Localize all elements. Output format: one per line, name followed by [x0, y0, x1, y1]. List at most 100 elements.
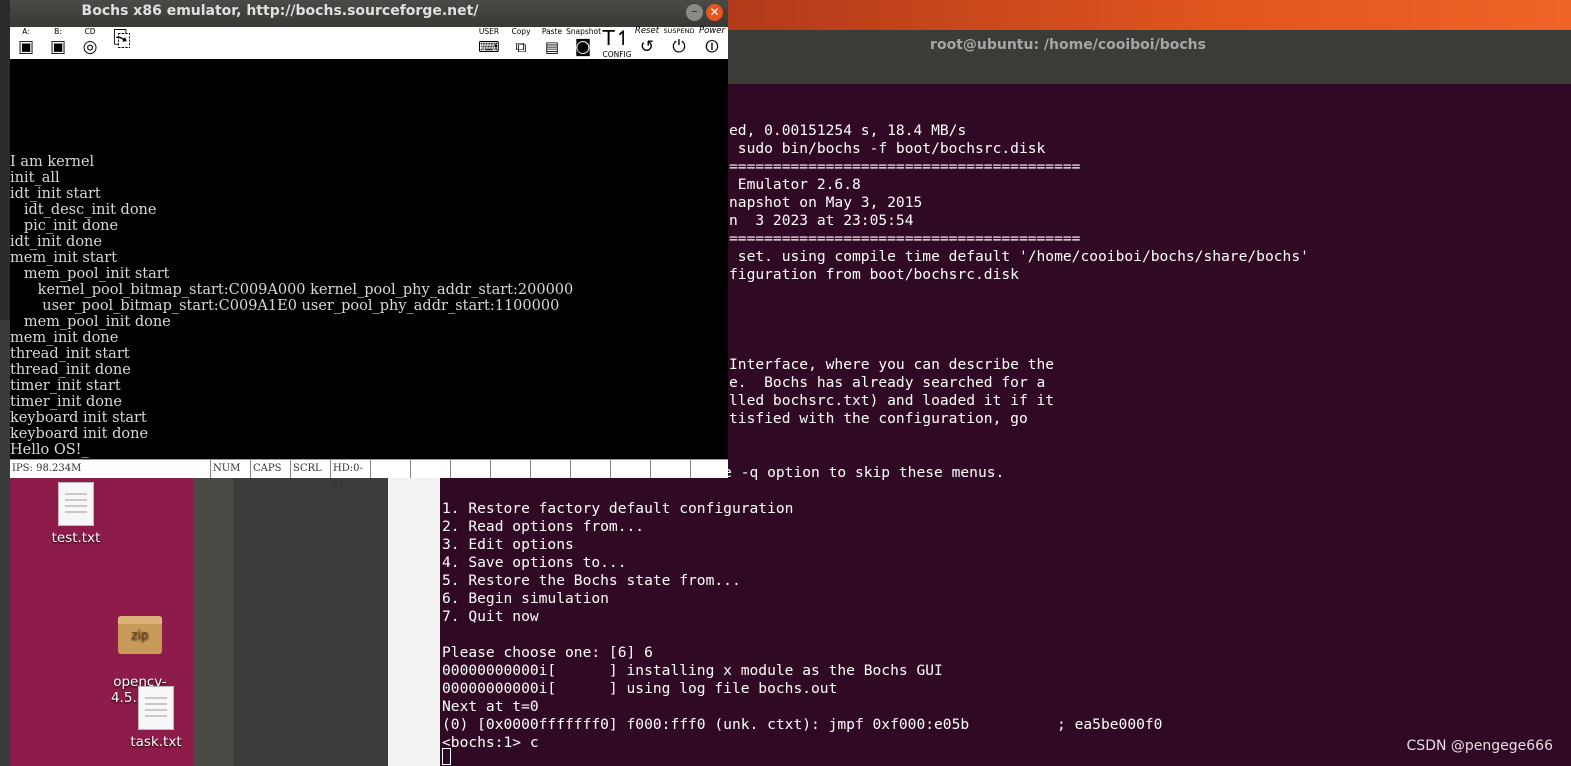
terminal-line: figuration from boot/bochsrc.disk [729, 266, 1019, 283]
bochs-titlebar[interactable]: Bochs x86 emulator, http://bochs.sourcef… [10, 0, 728, 27]
screen-line: keyboard init done [10, 426, 149, 442]
close-button[interactable]: ✕ [706, 4, 723, 21]
terminal-prompt[interactable]: <bochs:1> c [442, 734, 539, 752]
reset-icon: ↺ [639, 37, 655, 57]
suspend-button[interactable]: SUSPEND ⏻ [662, 27, 696, 59]
screen-line: I am kernel [10, 154, 95, 170]
suspend-label: SUSPEND [663, 27, 695, 35]
user-label: USER [478, 27, 500, 36]
terminal-output-top: ed, 0.00151254 s, 18.4 MB/s sudo bin/boc… [729, 122, 1569, 427]
screen-line: mem_pool_init done [10, 314, 171, 330]
desktop-icon-task-txt[interactable]: task.txt [120, 686, 192, 750]
terminal-line: (0) [0x0000fffffff0] f000:fff0 (unk. ctx… [442, 716, 1163, 733]
bochs-statusbar: IPS: 98.234M NUM CAPS SCRL HD:0-M [10, 459, 728, 492]
reset-button[interactable]: Reset ↺ [632, 27, 662, 59]
terminal-output-bottom: You can also start bochs with the -q opt… [442, 464, 1562, 764]
terminal-line: 4. Save options to... [442, 554, 627, 571]
num-lock-indicator: NUM [210, 460, 250, 478]
screen-line: user_pool_bitmap_start:C009A1E0 user_poo… [10, 298, 560, 314]
ips-readout: IPS: 98.234M [12, 463, 82, 474]
tools-icon: T↿ [602, 26, 632, 50]
cdrom-button[interactable]: CD ◎ [76, 27, 104, 59]
terminal-line: n 3 2023 at 23:05:54 [729, 212, 914, 229]
status-slot [610, 460, 650, 478]
bochs-window[interactable]: Bochs x86 emulator, http://bochs.sourcef… [10, 0, 728, 492]
terminal-line: 00000000000i[ ] installing x module as t… [442, 662, 943, 679]
terminal-line: tisfied with the configuration, go [729, 410, 1028, 427]
status-slot [490, 460, 530, 478]
screen-line: idt_init done [10, 234, 102, 250]
watermark: CSDN @pengege666 [1406, 738, 1553, 754]
snapshot-button[interactable]: Snapshot ◙ [566, 27, 602, 59]
terminal-line: Please choose one: [6] 6 [442, 644, 653, 661]
power-button[interactable]: Power ⏼ [696, 27, 728, 59]
floppy-b-label: B: [54, 27, 62, 36]
screen-line: timer_init done [10, 394, 122, 410]
background-window-strip [193, 460, 233, 766]
terminal-line: ed, 0.00151254 s, 18.4 MB/s [729, 122, 967, 139]
config-button[interactable]: T↿ CONFIG [602, 27, 632, 59]
status-slot [690, 460, 728, 478]
suspend-icon: ⏻ [672, 37, 686, 57]
scroll-lock-indicator: SCRL [290, 460, 330, 478]
screen-line: init_all [10, 170, 60, 186]
cdrom-label: CD [84, 27, 96, 36]
text-file-icon [138, 686, 174, 730]
screen-line: timer_init start [10, 378, 121, 394]
background-window-strip [233, 460, 388, 766]
screen-line: pic_init done [10, 218, 119, 234]
status-slot [530, 460, 570, 478]
terminal-cursor [442, 748, 451, 765]
floppy-a-button[interactable]: A: ▣ [12, 27, 40, 59]
screen-line: idt_init start [10, 186, 101, 202]
user-button[interactable]: USER ⌨ [472, 27, 506, 59]
paste-button[interactable]: Paste ▤ [538, 27, 566, 59]
terminal-line: set. using compile time default '/home/c… [729, 248, 1309, 265]
screen-line: mem_init done [10, 330, 119, 346]
floppy-icon: ▣ [17, 37, 35, 57]
terminal-line: 2. Read options from... [442, 518, 645, 535]
screen-line: kernel_pool_bitmap_start:C009A000 kernel… [10, 282, 574, 298]
status-slot [370, 460, 410, 478]
zip-archive-icon: zip [118, 616, 162, 654]
minimize-button[interactable]: – [686, 4, 703, 21]
snapshot-label: Snapshot [566, 27, 602, 36]
top-panel [728, 0, 1571, 30]
desktop-icon-label: test.txt [51, 530, 101, 546]
zip-badge: zip [131, 628, 149, 642]
usb-button[interactable]: ⎘ [106, 27, 138, 59]
screen-line: thread_init done [10, 362, 131, 378]
terminal-line: 1. Restore factory default configuration [442, 500, 794, 517]
status-slot [570, 460, 610, 478]
camera-icon: ◙ [574, 37, 592, 57]
power-label: Power [698, 26, 725, 36]
screen-line: mem_init start [10, 250, 118, 266]
terminal-line: 00000000000i[ ] using log file bochs.out [442, 680, 838, 697]
cdrom-icon: ◎ [82, 37, 98, 57]
screen-line: thread_init start [10, 346, 130, 362]
floppy-a-label: A: [22, 27, 30, 36]
floppy-b-button[interactable]: B: ▣ [44, 27, 72, 59]
terminal-line: Next at t=0 [442, 698, 539, 715]
hd-indicator: HD:0-M [330, 460, 370, 492]
screen-line: keyboard init start [10, 410, 147, 426]
terminal-line: Interface, where you can describe the [729, 356, 1055, 373]
status-slot [410, 460, 450, 478]
floppy-icon: ▣ [49, 37, 67, 57]
terminal-line: napshot on May 3, 2015 [729, 194, 923, 211]
usb-icon: ⎘ [113, 27, 131, 52]
paste-icon: ▤ [544, 38, 560, 56]
bochs-display[interactable]: I am kernel init_all idt_init start idt_… [10, 60, 728, 458]
keyboard-icon: ⌨ [478, 38, 500, 56]
caps-lock-indicator: CAPS [250, 460, 290, 478]
power-icon: ⏼ [705, 37, 719, 57]
terminal-line: 5. Restore the Bochs state from... [442, 572, 741, 589]
copy-icon: ⧉ [515, 38, 527, 56]
terminal-line: e. Bochs has already searched for a [729, 374, 1046, 391]
config-label: CONFIG [602, 50, 632, 59]
screen-line: idt_desc_init done [10, 202, 157, 218]
copy-button[interactable]: Copy ⧉ [508, 27, 534, 59]
terminal-line: ======================================== [729, 158, 1081, 175]
left-dock-edge-top [0, 0, 10, 320]
desktop-icon-test-txt[interactable]: test.txt [40, 482, 112, 546]
